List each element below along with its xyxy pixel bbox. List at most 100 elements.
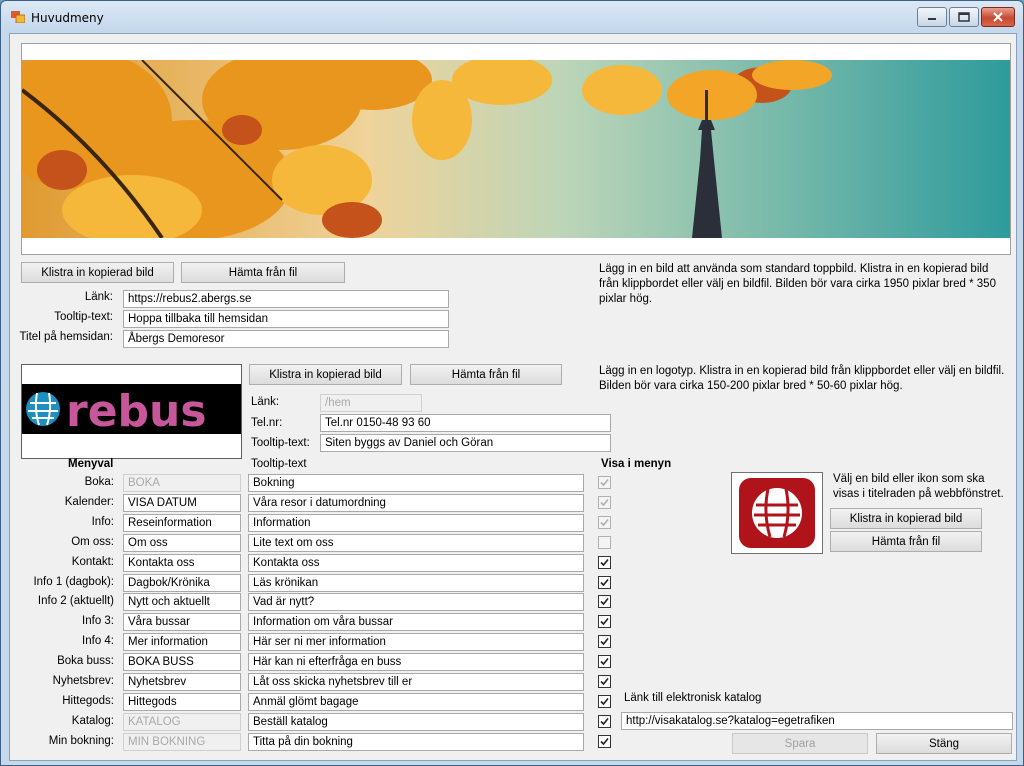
checkmark-icon bbox=[600, 617, 609, 626]
menyval-header: Menyval bbox=[68, 458, 114, 470]
menu-row-tooltip-input[interactable]: Beställ katalog bbox=[248, 713, 584, 731]
client-area: Klistra in kopierad bild Hämta från fil … bbox=[9, 33, 1017, 761]
menu-row-label: Kontakt: bbox=[71, 556, 114, 568]
menu-row-label: Info: bbox=[91, 516, 114, 528]
window-title: Huvudmeny bbox=[31, 11, 104, 25]
menu-row-tooltip-input[interactable]: Vad är nytt? bbox=[248, 593, 584, 611]
menu-row-label: Info 3: bbox=[82, 615, 114, 627]
menu-row-value-input: BOKA bbox=[123, 474, 241, 492]
favicon-image bbox=[739, 478, 815, 548]
menu-row-tooltip-input[interactable]: Bokning bbox=[248, 474, 584, 492]
visa-header: Visa i menyn bbox=[601, 458, 672, 470]
logo-file-button[interactable]: Hämta från fil bbox=[410, 364, 562, 385]
banner-tooltip-label: Tooltip-text: bbox=[54, 311, 113, 323]
menu-row-label: Info 2 (aktuellt) bbox=[37, 595, 114, 607]
favicon-paste-button[interactable]: Klistra in kopierad bild bbox=[830, 508, 982, 529]
menu-row-label: Om oss: bbox=[71, 536, 114, 548]
menu-row-value-input[interactable]: Våra bussar bbox=[123, 613, 241, 631]
menu-row-tooltip-input[interactable]: Kontakta oss bbox=[248, 554, 584, 572]
logo-tooltip-label: Tooltip-text: bbox=[251, 437, 310, 449]
menu-row-value-input[interactable]: Reseinformation bbox=[123, 514, 241, 532]
checkmark-icon bbox=[600, 717, 609, 726]
menu-row-visible-checkbox[interactable] bbox=[598, 595, 611, 608]
banner-image bbox=[22, 60, 1010, 238]
menu-row-visible-checkbox[interactable] bbox=[598, 635, 611, 648]
menu-row-label: Hittegods: bbox=[62, 695, 114, 707]
banner-info-text: Lägg in en bild att använda som standard… bbox=[599, 263, 996, 305]
close-button[interactable]: Stäng bbox=[876, 733, 1012, 754]
checkmark-icon bbox=[600, 558, 609, 567]
menu-row-value-input[interactable]: VISA DATUM bbox=[123, 494, 241, 512]
menu-row-label: Boka: bbox=[84, 476, 114, 488]
rebus-logo: rebus bbox=[26, 386, 207, 437]
page-title-label: Titel på hemsidan: bbox=[19, 331, 113, 343]
logo-tooltip-input[interactable]: Siten byggs av Daniel och Göran bbox=[320, 434, 611, 452]
menu-row-tooltip-input[interactable]: Låt oss skicka nyhetsbrev till er bbox=[248, 673, 584, 691]
menu-row-tooltip-input[interactable]: Lite text om oss bbox=[248, 534, 584, 552]
catalog-link-label: Länk till elektronisk katalog bbox=[624, 692, 762, 704]
menu-row-visible-checkbox[interactable] bbox=[598, 715, 611, 728]
menu-row-tooltip-input[interactable]: Titta på din bokning bbox=[248, 733, 584, 751]
menu-row-visible-checkbox[interactable] bbox=[598, 615, 611, 628]
menu-row-visible-checkbox bbox=[598, 496, 611, 509]
close-icon bbox=[993, 12, 1003, 22]
menu-row-tooltip-input[interactable]: Information om våra bussar bbox=[248, 613, 584, 631]
menu-row-label: Katalog: bbox=[71, 715, 114, 727]
minimize-button[interactable] bbox=[917, 7, 947, 27]
maximize-icon bbox=[958, 12, 970, 22]
logo-image: rebus bbox=[22, 384, 241, 437]
menu-row-value-input[interactable]: Nyhetsbrev bbox=[123, 673, 241, 691]
title-bar: Huvudmeny bbox=[1, 1, 1023, 35]
menu-row-value-input[interactable]: Dagbok/Krönika bbox=[123, 574, 241, 592]
catalog-link-input[interactable]: http://visakatalog.se?katalog=egetrafike… bbox=[621, 712, 1013, 730]
menu-row-label: Min bokning: bbox=[48, 735, 114, 747]
menu-row-tooltip-input[interactable]: Läs krönikan bbox=[248, 574, 584, 592]
menu-row-value-input[interactable]: Om oss bbox=[123, 534, 241, 552]
banner-paste-button[interactable]: Klistra in kopierad bild bbox=[21, 262, 174, 283]
checkmark-icon bbox=[600, 697, 609, 706]
menu-row-value-input: MIN BOKNING bbox=[123, 733, 241, 751]
save-button[interactable]: Spara bbox=[732, 733, 868, 754]
favicon-file-button[interactable]: Hämta från fil bbox=[830, 531, 982, 552]
close-window-button[interactable] bbox=[981, 7, 1015, 27]
menu-row-value-input[interactable]: Mer information bbox=[123, 633, 241, 651]
menu-row-tooltip-input[interactable]: Våra resor i datumordning bbox=[248, 494, 584, 512]
menu-row-visible-checkbox[interactable] bbox=[598, 735, 611, 748]
menu-row-visible-checkbox[interactable] bbox=[598, 655, 611, 668]
menu-row-value-input: KATALOG bbox=[123, 713, 241, 731]
menu-row-label: Boka buss: bbox=[57, 655, 114, 667]
menu-row-visible-checkbox bbox=[598, 516, 611, 529]
banner-tooltip-input[interactable]: Hoppa tillbaka till hemsidan bbox=[123, 310, 449, 328]
maximize-button[interactable] bbox=[949, 7, 979, 27]
logo-paste-button[interactable]: Klistra in kopierad bild bbox=[249, 364, 402, 385]
tel-label: Tel.nr: bbox=[251, 417, 283, 429]
menu-row-visible-checkbox[interactable] bbox=[598, 675, 611, 688]
menu-row-value-input[interactable]: BOKA BUSS bbox=[123, 653, 241, 671]
tel-input[interactable]: Tel.nr 0150-48 93 60 bbox=[320, 414, 611, 432]
checkmark-icon bbox=[600, 578, 609, 587]
menu-row-visible-checkbox[interactable] bbox=[598, 695, 611, 708]
menu-row-value-input[interactable]: Hittegods bbox=[123, 693, 241, 711]
favicon-info-text: Välj en bild eller ikon som ska visas i … bbox=[833, 473, 1004, 500]
autumn-paris-illustration bbox=[22, 60, 1010, 238]
menu-row-visible-checkbox bbox=[598, 536, 611, 549]
menu-row-tooltip-input[interactable]: Här kan ni efterfråga en buss bbox=[248, 653, 584, 671]
checkmark-icon bbox=[600, 597, 609, 606]
menu-row-tooltip-input[interactable]: Information bbox=[248, 514, 584, 532]
app-icon bbox=[11, 11, 25, 23]
favicon-frame bbox=[731, 472, 823, 554]
banner-image-frame bbox=[21, 43, 1011, 255]
menu-row-value-input[interactable]: Nytt och aktuellt bbox=[123, 593, 241, 611]
menu-row-visible-checkbox[interactable] bbox=[598, 576, 611, 589]
menu-row-tooltip-input[interactable]: Här ser ni mer information bbox=[248, 633, 584, 651]
page-title-input[interactable]: Åbergs Demoresor bbox=[123, 330, 449, 348]
banner-file-button[interactable]: Hämta från fil bbox=[181, 262, 345, 283]
menu-row-visible-checkbox bbox=[598, 476, 611, 489]
menu-row-tooltip-input[interactable]: Anmäl glömt bagage bbox=[248, 693, 584, 711]
menu-row-visible-checkbox[interactable] bbox=[598, 556, 611, 569]
banner-link-input[interactable]: https://rebus2.abergs.se bbox=[123, 290, 449, 308]
logo-wordmark: rebus bbox=[66, 386, 207, 434]
tooltip-header: Tooltip-text bbox=[251, 458, 307, 470]
menu-row-value-input[interactable]: Kontakta oss bbox=[123, 554, 241, 572]
checkmark-icon bbox=[600, 478, 609, 487]
